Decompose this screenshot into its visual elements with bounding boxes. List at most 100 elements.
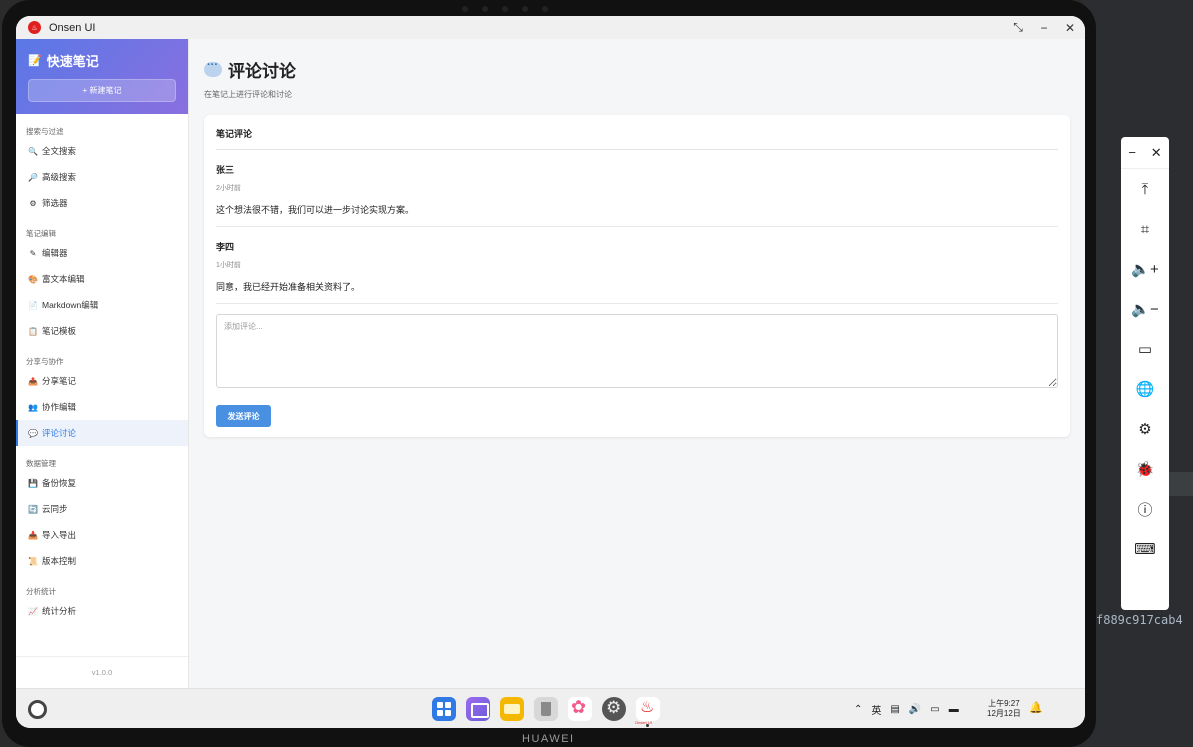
comment-item: 李四 1小时前 同意，我已经开始准备相关资料了。 xyxy=(216,227,1058,304)
sidebar-item-richtext[interactable]: 🎨 富文本编辑 xyxy=(16,266,188,292)
main-content: 评论讨论 在笔记上进行评论和讨论 笔记评论 张三 2小时前 这个想法很不错，我们… xyxy=(189,39,1085,688)
app-logo-icon: ♨ xyxy=(28,21,41,34)
onsen-app-icon[interactable]: Onsen UI xyxy=(635,697,660,727)
comment-input[interactable] xyxy=(216,314,1058,388)
sidebar-item-label: 版本控制 xyxy=(42,556,77,566)
speech-bubble-icon xyxy=(204,59,222,77)
sidebar-item-label: 富文本编辑 xyxy=(42,274,85,284)
system-tray: ⌃ 英 ▤ 🔊 ▭ ▬ xyxy=(854,689,959,728)
volume-up-icon[interactable]: 🔈+ xyxy=(1121,249,1169,289)
sidebar-item-editor[interactable]: ✎ 编辑器 xyxy=(16,240,188,266)
comments-card: 笔记评论 张三 2小时前 这个想法很不错，我们可以进一步讨论实现方案。 李四 1… xyxy=(204,115,1070,437)
sidebar-item-label: 编辑器 xyxy=(42,248,68,258)
sidebar-item-version-control[interactable]: 📜 版本控制 xyxy=(16,548,188,574)
comment-time: 1小时前 xyxy=(216,262,241,269)
sidebar-item-label: 高级搜索 xyxy=(42,172,77,182)
pin-top-icon[interactable]: ⤒ xyxy=(1121,169,1169,209)
sidebar-item-label: 云同步 xyxy=(42,504,68,514)
tablet-device-frame: HUAWEI ♨ Onsen UI ⤡ − ✕ 📝 快速笔记 + 新建笔记 搜索… xyxy=(2,0,1096,747)
clock-date: 12月12日 xyxy=(987,709,1021,718)
input-method-icon[interactable]: 英 xyxy=(871,702,881,717)
minimize-icon[interactable]: − xyxy=(1039,21,1049,35)
inbox-icon: 📥 xyxy=(28,530,38,540)
background-highlight-band xyxy=(1169,472,1193,496)
settings-icon[interactable] xyxy=(602,697,626,721)
palette-icon: 🎨 xyxy=(28,274,38,284)
display-icon[interactable]: ▭ xyxy=(930,704,939,715)
new-note-button[interactable]: + 新建笔记 xyxy=(28,79,176,102)
sidebar-item-label: 全文搜索 xyxy=(42,146,77,156)
sidebar-item-fulltext-search[interactable]: 🔍 全文搜索 xyxy=(16,138,188,164)
battery-outline-icon[interactable]: ▭ xyxy=(1121,329,1169,369)
window-controls: ⤡ − ✕ xyxy=(1013,16,1075,39)
sidebar-item-comments[interactable]: 💬 评论讨论 xyxy=(16,420,188,446)
sidebar-section-analytics: 分析统计 xyxy=(26,587,56,596)
settings-gear-icon[interactable]: ⚙ xyxy=(1121,409,1169,449)
sidebar-version: v1.0.0 xyxy=(16,656,188,688)
sidebar-item-label: 评论讨论 xyxy=(42,428,77,438)
sidebar-item-import-export[interactable]: 📥 导入导出 xyxy=(16,522,188,548)
sidebar-item-label: 分享笔记 xyxy=(42,376,77,386)
notification-bell-icon[interactable]: 🔔 xyxy=(1029,701,1043,714)
chevron-up-icon[interactable]: ⌃ xyxy=(854,704,862,715)
sidebar-item-label: Markdown编辑 xyxy=(42,300,99,310)
sidebar-item-cloud-sync[interactable]: 🔄 云同步 xyxy=(16,496,188,522)
comment-author: 李四 xyxy=(216,242,235,252)
taskbar: Onsen UI ⌃ 英 ▤ 🔊 ▭ ▬ 上午9:27 12月12日 🔔 xyxy=(16,688,1085,728)
sidebar-item-filter[interactable]: ⚙ 筛选器 xyxy=(16,190,188,216)
camera-dots xyxy=(462,6,548,12)
minimize-icon[interactable]: − xyxy=(1128,145,1136,160)
clock-time: 上午9:27 xyxy=(988,699,1020,708)
page-subtitle: 在笔记上进行评论和讨论 xyxy=(204,90,292,99)
dock: Onsen UI xyxy=(432,697,660,727)
clock[interactable]: 上午9:27 12月12日 xyxy=(987,699,1021,719)
clipboard-icon: 📋 xyxy=(28,326,38,336)
sidebar-item-label: 导入导出 xyxy=(42,530,77,540)
sidebar-item-templates[interactable]: 📋 笔记模板 xyxy=(16,318,188,344)
card-title: 笔记评论 xyxy=(216,115,1058,150)
sidebar-section-search: 搜索与过滤 xyxy=(26,127,64,136)
restore-icon[interactable]: ⤡ xyxy=(1013,20,1023,35)
screen: ♨ Onsen UI ⤡ − ✕ 📝 快速笔记 + 新建笔记 搜索与过滤 🔍 全… xyxy=(16,16,1085,728)
bug-icon[interactable]: 🐞 xyxy=(1121,449,1169,489)
floating-toolbar: − ✕ ⤒ ⌗ 🔈+ 🔈− ▭ 🌐 ⚙ 🐞 ⓘ ⌨ xyxy=(1121,137,1169,610)
globe-icon[interactable]: 🌐 xyxy=(1121,369,1169,409)
window-titlebar: ♨ Onsen UI ⤡ − ✕ xyxy=(16,16,1085,39)
multitask-icon[interactable] xyxy=(466,697,490,721)
files-icon[interactable] xyxy=(500,697,524,721)
volume-down-icon[interactable]: 🔈− xyxy=(1121,289,1169,329)
keyboard-icon[interactable]: ⌨ xyxy=(1121,529,1169,569)
info-icon[interactable]: ⓘ xyxy=(1121,489,1169,529)
sidebar-title-text: 快速笔记 xyxy=(46,54,99,69)
scroll-icon: 📜 xyxy=(28,556,38,566)
crop-icon[interactable]: ⌗ xyxy=(1121,209,1169,249)
close-icon[interactable]: ✕ xyxy=(1065,21,1075,35)
close-icon[interactable]: ✕ xyxy=(1151,145,1162,161)
sidebar-item-statistics[interactable]: 📈 统计分析 xyxy=(16,598,188,624)
sidebar-section-data: 数据管理 xyxy=(26,459,56,468)
app-grid-icon[interactable] xyxy=(432,697,456,721)
volume-icon[interactable]: 🔊 xyxy=(909,704,921,715)
sidebar-item-backup[interactable]: 💾 备份恢复 xyxy=(16,470,188,496)
trash-icon[interactable] xyxy=(534,697,558,721)
floppy-icon: 💾 xyxy=(28,478,38,488)
sidebar-item-advanced-search[interactable]: 🔎 高级搜索 xyxy=(16,164,188,190)
memo-icon: 📝 xyxy=(28,55,42,67)
sidebar-item-collab-edit[interactable]: 👥 协作编辑 xyxy=(16,394,188,420)
speech-bubble-icon: 💬 xyxy=(28,428,38,438)
photos-icon[interactable] xyxy=(568,697,592,721)
sidebar-item-markdown[interactable]: 📄 Markdown编辑 xyxy=(16,292,188,318)
onsen-app-label: Onsen UI xyxy=(635,720,652,725)
document-icon: 📄 xyxy=(28,300,38,310)
battery-icon[interactable]: ▬ xyxy=(949,704,959,715)
background-hash-text: f889c917cab4 xyxy=(1096,613,1183,627)
send-comment-button[interactable]: 发送评论 xyxy=(216,405,271,427)
sidebar-item-label: 备份恢复 xyxy=(42,478,77,488)
clipboard-tray-icon[interactable]: ▤ xyxy=(890,704,899,715)
sidebar-item-share-note[interactable]: 📤 分享笔记 xyxy=(16,368,188,394)
start-button[interactable] xyxy=(28,700,47,719)
page-title-text: 评论讨论 xyxy=(228,62,296,81)
comment-author: 张三 xyxy=(216,165,235,175)
comment-text: 这个想法很不错，我们可以进一步讨论实现方案。 xyxy=(216,205,415,215)
comment-text: 同意，我已经开始准备相关资料了。 xyxy=(216,282,361,292)
